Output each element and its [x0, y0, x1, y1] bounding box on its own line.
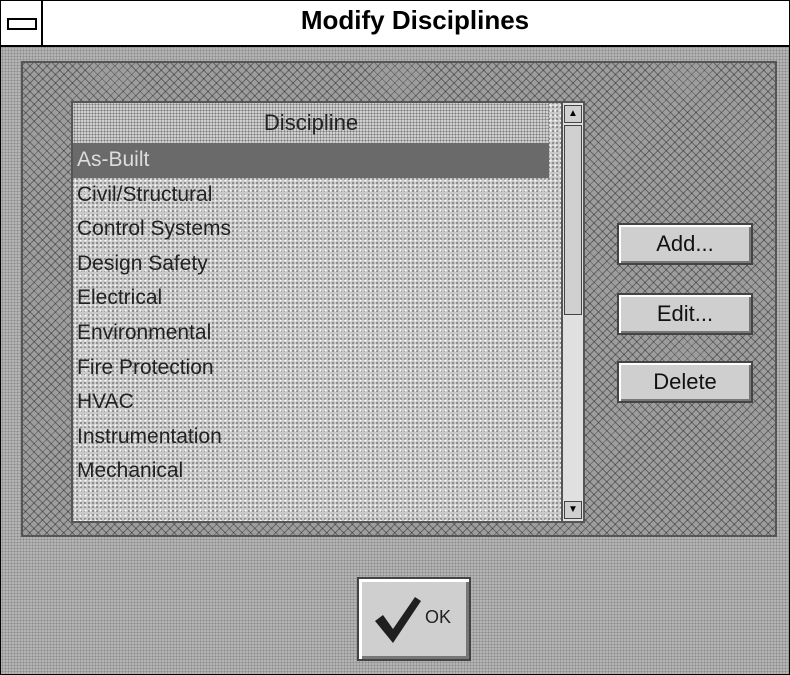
modify-disciplines-dialog: Modify Disciplines Discipline As-Built C… — [0, 0, 790, 675]
discipline-list[interactable]: Discipline As-Built Civil/Structural Con… — [71, 101, 585, 523]
list-item[interactable]: Fire Protection — [73, 351, 549, 386]
title-bar: Modify Disciplines — [1, 1, 789, 47]
list-item[interactable]: As-Built — [73, 143, 549, 178]
discipline-items: As-Built Civil/Structural Control System… — [73, 143, 549, 489]
disciplines-panel: Discipline As-Built Civil/Structural Con… — [21, 61, 777, 537]
check-icon — [375, 597, 421, 643]
list-item[interactable]: Civil/Structural — [73, 178, 549, 213]
ok-button[interactable]: OK — [357, 577, 471, 661]
scroll-up-arrow-icon[interactable]: ▲ — [564, 105, 582, 123]
vertical-scrollbar[interactable]: ▲ ▼ — [561, 103, 583, 521]
list-item[interactable]: Instrumentation — [73, 420, 549, 455]
discipline-column-header: Discipline — [73, 103, 549, 145]
list-item[interactable]: Electrical — [73, 281, 549, 316]
scroll-thumb[interactable] — [564, 125, 582, 315]
list-item[interactable]: Environmental — [73, 316, 549, 351]
list-item[interactable]: Design Safety — [73, 247, 549, 282]
list-item[interactable]: HVAC — [73, 385, 549, 420]
delete-button[interactable]: Delete — [617, 361, 753, 403]
list-item[interactable]: Control Systems — [73, 212, 549, 247]
scroll-down-arrow-icon[interactable]: ▼ — [564, 501, 582, 519]
ok-label: OK — [425, 607, 452, 627]
edit-button[interactable]: Edit... — [617, 293, 753, 335]
add-button[interactable]: Add... — [617, 223, 753, 265]
window-title: Modify Disciplines — [300, 5, 530, 35]
system-menu-icon[interactable] — [1, 1, 43, 45]
list-item[interactable]: Mechanical — [73, 454, 549, 489]
